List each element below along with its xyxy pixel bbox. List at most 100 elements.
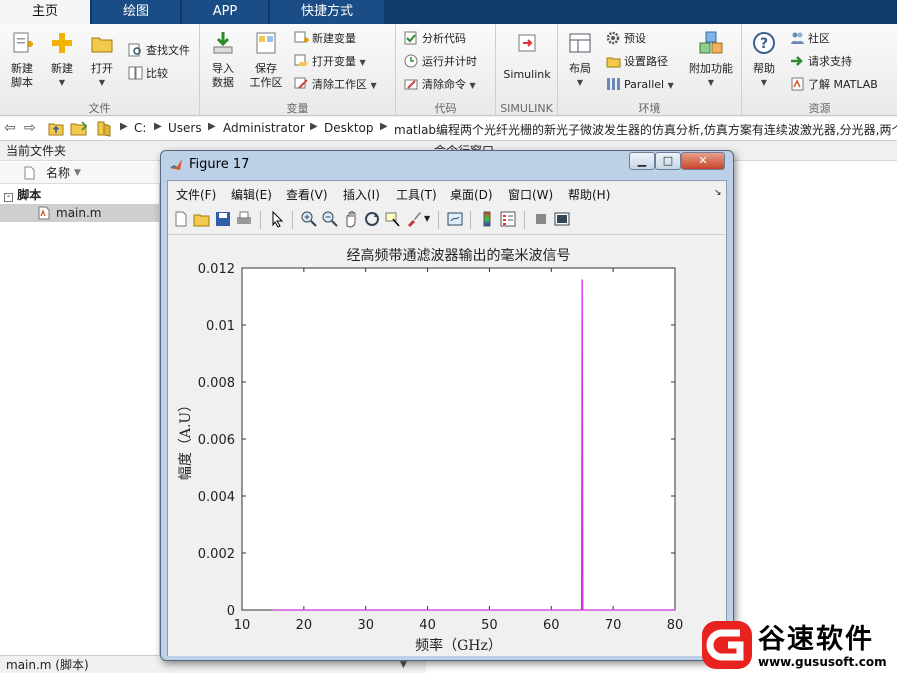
zoom-out-icon[interactable] — [321, 210, 339, 228]
close-icon: ✕ — [698, 154, 708, 167]
tab-apps[interactable]: APP — [182, 0, 268, 24]
scripts-section[interactable]: - 脚本 — [0, 186, 160, 204]
figure-canvas[interactable]: 经高频带通滤波器输出的毫米波信号 10 20 30 40 50 60 70 80 0 0.002 0.… — [168, 236, 726, 656]
menu-desktop[interactable]: 桌面(D) — [450, 186, 493, 203]
import-data-button[interactable]: 导入 数据 — [206, 30, 240, 90]
collapse-minus-icon[interactable]: - — [4, 192, 13, 202]
new-variable-icon — [294, 31, 309, 43]
crumb-administrator[interactable]: Administrator — [223, 121, 305, 135]
clear-workspace-dropdown-icon: ▼ — [370, 81, 377, 90]
name-column-header[interactable]: 名称 ▼ — [0, 162, 160, 184]
chart-title: 经高频带通滤波器输出的毫米波信号 — [347, 247, 571, 264]
menu-window[interactable]: 窗口(W) — [508, 186, 553, 203]
clear-commands-button[interactable]: 清除命令 ▼ — [404, 76, 476, 94]
preferences-button[interactable]: 预设 — [606, 30, 646, 48]
learn-matlab-button[interactable]: 了解 MATLAB — [790, 76, 878, 94]
link-plot-icon[interactable] — [446, 210, 464, 228]
request-support-button[interactable]: 请求支持 — [790, 53, 852, 71]
analyze-code-label: 分析代码 — [422, 32, 466, 45]
help-button[interactable]: ? 帮助 ▼ — [748, 30, 780, 90]
group-resources: ? 帮助 ▼ 社区 请求支持 了解 MATLAB 资源 — [742, 24, 897, 116]
save-workspace-icon — [256, 32, 276, 54]
colorbar-icon[interactable] — [478, 210, 496, 228]
menu-edit[interactable]: 编辑(E) — [231, 186, 272, 203]
menu-file[interactable]: 文件(F) — [176, 186, 216, 203]
community-button[interactable]: 社区 — [790, 30, 830, 48]
figure-window[interactable]: Figure 17 ▁ □ ✕ 文件(F) 编辑(E) 查看(V) 插入(I) … — [160, 150, 734, 661]
find-files-icon — [128, 43, 141, 57]
menu-tools[interactable]: 工具(T) — [396, 186, 437, 203]
set-path-button[interactable]: 设置路径 — [606, 53, 668, 71]
new-variable-button[interactable]: 新建变量 — [294, 30, 356, 48]
x-tick-label: 80 — [667, 618, 684, 633]
new-figure-icon[interactable] — [172, 210, 190, 228]
minimize-button[interactable]: ▁ — [629, 152, 655, 170]
run-and-time-button[interactable]: 运行并计时 — [404, 53, 477, 71]
close-button[interactable]: ✕ — [681, 152, 725, 170]
tab-plots[interactable]: 绘图 — [92, 0, 180, 24]
find-files-button[interactable]: 查找文件 — [128, 42, 190, 60]
list-item[interactable]: main.m — [0, 204, 160, 222]
print-icon[interactable] — [235, 210, 253, 228]
data-cursor-icon[interactable] — [384, 210, 402, 228]
maximize-button[interactable]: □ — [655, 152, 681, 170]
rotate-3d-icon[interactable] — [363, 210, 381, 228]
new-script-button[interactable]: 新建 脚本 — [4, 30, 40, 90]
toolbar-separator — [470, 211, 471, 229]
forward-arrow-icon[interactable]: ⇨ — [24, 120, 36, 136]
run-and-time-icon — [404, 54, 418, 68]
clear-workspace-icon — [294, 77, 308, 89]
layout-icon — [569, 33, 591, 53]
matlab-file-icon — [38, 206, 50, 220]
addons-button[interactable]: 附加功能 ▼ — [684, 30, 738, 90]
browse-folder-icon[interactable] — [70, 121, 88, 136]
folder-open-icon — [91, 37, 113, 53]
figure-titlebar[interactable]: Figure 17 ▁ □ ✕ — [161, 151, 733, 179]
new-script-icon — [13, 32, 33, 53]
new-plus-icon — [52, 33, 72, 53]
analyze-code-button[interactable]: 分析代码 — [404, 30, 466, 48]
menu-insert[interactable]: 插入(I) — [343, 186, 380, 203]
show-plot-tools-icon[interactable] — [553, 210, 571, 228]
hide-plot-tools-icon[interactable] — [532, 210, 550, 228]
crumb-users[interactable]: Users — [168, 121, 202, 135]
matlab-logo-icon — [170, 159, 182, 170]
crumb-separator-icon: ▶ — [120, 121, 128, 132]
crumb-current-folder[interactable]: matlab编程两个光纤光栅的新光子微波发生器的仿真分析,仿真方案有连续波激光器… — [394, 121, 897, 138]
dock-arrow-icon[interactable]: ↘ — [714, 188, 722, 198]
new-button[interactable]: 新建 ▼ — [46, 30, 78, 90]
help-label: 帮助 — [753, 62, 775, 75]
pan-hand-icon[interactable] — [342, 210, 360, 228]
back-arrow-icon[interactable]: ⇦ — [4, 120, 16, 136]
menu-help[interactable]: 帮助(H) — [568, 186, 610, 203]
legend-icon[interactable] — [499, 210, 517, 228]
group-variable: 导入 数据 保存 工作区 新建变量 打开变量 ▼ 清除工作区 ▼ 变量 — [200, 24, 396, 116]
zoom-in-icon[interactable] — [300, 210, 318, 228]
open-file-icon[interactable] — [193, 210, 211, 228]
brush-dropdown-icon[interactable]: ▼ — [424, 210, 442, 228]
save-workspace-button[interactable]: 保存 工作区 — [246, 30, 286, 90]
y-tick-label: 0.002 — [198, 547, 235, 562]
save-icon[interactable] — [214, 210, 232, 228]
tab-shortcuts[interactable]: 快捷方式 — [270, 0, 384, 24]
crumb-drive[interactable]: C: — [134, 121, 146, 135]
group-environment: 布局 ▼ 预设 设置路径 Parallel ▼ 附加功能 ▼ 环境 — [558, 24, 742, 116]
request-support-label: 请求支持 — [808, 55, 852, 68]
open-variable-button[interactable]: 打开变量 ▼ — [294, 53, 366, 71]
pointer-icon[interactable] — [268, 210, 286, 228]
parallel-button[interactable]: Parallel ▼ — [606, 76, 674, 94]
brush-icon[interactable] — [405, 210, 423, 228]
open-variable-label: 打开变量 — [312, 55, 356, 68]
clear-workspace-button[interactable]: 清除工作区 ▼ — [294, 76, 377, 94]
simulink-button[interactable]: Simulink — [500, 30, 554, 82]
crumb-desktop[interactable]: Desktop — [324, 121, 374, 135]
plot-svg[interactable]: 经高频带通滤波器输出的毫米波信号 10 20 30 40 50 60 70 80 0 0.002 0.… — [168, 236, 726, 656]
y-tick-label: 0.01 — [206, 319, 235, 334]
layout-button[interactable]: 布局 ▼ — [564, 30, 596, 90]
compare-button[interactable]: 比较 — [128, 65, 168, 83]
addons-cubes-icon — [699, 31, 723, 54]
tab-home[interactable]: 主页 — [0, 0, 90, 24]
menu-view[interactable]: 查看(V) — [286, 186, 328, 203]
up-folder-icon[interactable] — [48, 121, 64, 136]
open-button[interactable]: 打开 ▼ — [86, 30, 118, 90]
